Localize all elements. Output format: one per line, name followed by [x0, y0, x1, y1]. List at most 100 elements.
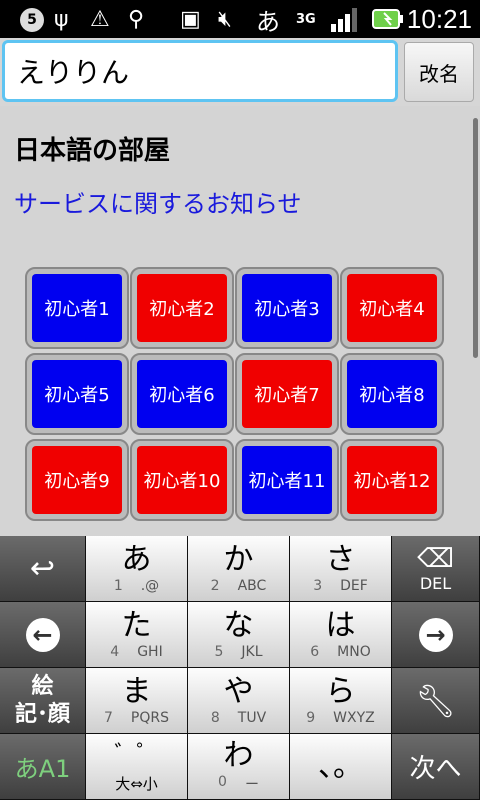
key-sub: PQRS	[130, 709, 169, 726]
kana-key-a[interactable]: あ 1 .@	[86, 536, 188, 602]
key-number: 5	[214, 643, 224, 660]
next-key-label: 次へ	[409, 754, 462, 784]
key-number: 4	[110, 643, 120, 660]
signal-strength-icon	[330, 4, 360, 34]
kana-key-ta[interactable]: た 4 GHI	[86, 602, 188, 668]
key-number: 7	[104, 709, 113, 726]
room-tile-label: 初心者4	[347, 274, 437, 342]
room-tile-label: 初心者5	[32, 360, 122, 428]
emoji-key-label-2: 記･顔	[14, 701, 70, 727]
key-sub: DEF	[340, 577, 368, 594]
input-mode-key[interactable]: あA1	[0, 734, 86, 800]
room-tile[interactable]: 初心者8	[340, 353, 444, 435]
room-tile[interactable]: 初心者12	[340, 439, 444, 521]
room-tile[interactable]: 初心者6	[130, 353, 234, 435]
kana-label: な	[223, 607, 254, 643]
input-mode-indicator: あ	[256, 7, 280, 36]
name-input[interactable]: えりりん	[2, 40, 398, 102]
kana-key-ma[interactable]: ま 7 PQRS	[86, 668, 188, 734]
key-number: 1	[113, 577, 123, 594]
punctuation-key[interactable]: 、。	[290, 734, 392, 800]
room-tile-label: 初心者8	[347, 360, 437, 428]
key-number: 8	[210, 709, 220, 726]
usb-icon: ⚲	[128, 6, 145, 32]
clock: 10:21	[406, 3, 472, 34]
key-sub: JKL	[241, 643, 263, 660]
scrollbar[interactable]	[473, 118, 478, 358]
status-bar: 5 ψ ⚠ ⚲ ▣ 🔇︎ あ 3G 10:21	[0, 0, 480, 38]
kana-label: ま	[121, 673, 152, 709]
kana-label: ら	[325, 673, 356, 709]
room-tile-label: 初心者12	[347, 446, 437, 514]
cursor-right-key[interactable]: →	[392, 602, 480, 668]
emoji-key[interactable]: 絵 記･顔	[0, 668, 86, 734]
room-tile[interactable]: 初心者9	[25, 439, 129, 521]
key-number: 9	[306, 709, 316, 726]
room-tile-label: 初心者10	[137, 446, 227, 514]
delete-key[interactable]: ⌫ DEL	[392, 536, 480, 602]
room-tile-label: 初心者7	[242, 360, 332, 428]
emoji-key-label-1: 絵	[31, 673, 54, 699]
room-tile-label: 初心者2	[137, 274, 227, 342]
room-tile[interactable]: 初心者3	[235, 267, 339, 349]
room-tile-label: 初心者1	[32, 274, 122, 342]
kana-label: さ	[325, 541, 356, 577]
key-sub: WXYZ	[333, 709, 375, 726]
kana-label: は	[325, 607, 356, 643]
warning-icon: ⚠	[90, 6, 110, 32]
room-tile-label: 初心者9	[32, 446, 122, 514]
kana-key-ha[interactable]: は 6 MNO	[290, 602, 392, 668]
room-tile-label: 初心者3	[242, 274, 332, 342]
room-tile[interactable]: 初心者1	[25, 267, 129, 349]
key-sub: ABC	[237, 577, 267, 594]
app-content: えりりん 改名 日本語の部屋 サービスに関するお知らせ 初心者1 初心者2 初心…	[0, 38, 480, 536]
kana-key-sa[interactable]: さ 3 DEF	[290, 536, 392, 602]
room-tile[interactable]: 初心者4	[340, 267, 444, 349]
delete-key-label: DEL	[419, 574, 452, 593]
room-tile[interactable]: 初心者2	[130, 267, 234, 349]
key-sub: TUV	[237, 709, 267, 726]
room-tile[interactable]: 初心者7	[235, 353, 339, 435]
kana-key-ka[interactable]: か 2 ABC	[188, 536, 290, 602]
room-tile[interactable]: 初心者10	[130, 439, 234, 521]
next-key[interactable]: 次へ	[392, 734, 480, 800]
dakuten-key[interactable]: ゛゜ 大⇔小	[86, 734, 188, 800]
wrench-icon: 🔧︎	[415, 681, 456, 720]
rename-button[interactable]: 改名	[404, 42, 474, 102]
kana-label: た	[121, 607, 152, 643]
input-mode-label: あA1	[14, 755, 71, 783]
key-sub: MNO	[337, 643, 371, 660]
settings-key[interactable]: 🔧︎	[392, 668, 480, 734]
kana-label: わ	[223, 737, 254, 773]
kana-key-ya[interactable]: や 8 TUV	[188, 668, 290, 734]
notification-badge: 5	[20, 8, 44, 32]
kana-key-na[interactable]: な 5 JKL	[188, 602, 290, 668]
usb-debug-icon: ψ	[54, 6, 69, 32]
room-tile-label: 初心者11	[242, 446, 332, 514]
soft-keyboard: ↩ ← 絵 記･顔 あA1 あ 1 .@ か 2 ABC さ 3 DEF た 4 GHI…	[0, 536, 480, 800]
key-number: 3	[313, 577, 323, 594]
key-sub: 大⇔小	[115, 775, 158, 793]
kana-label: あ	[121, 541, 152, 577]
key-sub: ー	[244, 776, 259, 793]
kana-label: ゛゜	[114, 742, 159, 767]
room-tile[interactable]: 初心者5	[25, 353, 129, 435]
kana-key-wa[interactable]: わ 0ー	[188, 734, 290, 800]
room-tile[interactable]: 初心者11	[235, 439, 339, 521]
key-number: 6	[310, 643, 320, 660]
kana-label: や	[223, 673, 254, 709]
backspace-icon: ⌫	[417, 544, 454, 574]
kana-label: か	[223, 541, 254, 577]
network-type: 3G	[296, 11, 316, 27]
kana-label: 、。	[318, 748, 363, 784]
arrow-right-icon: →	[418, 617, 453, 652]
battery-charging-icon	[372, 4, 404, 34]
service-notice-link[interactable]: サービスに関するお知らせ	[14, 184, 302, 219]
room-title: 日本語の部屋	[14, 136, 171, 166]
key-number: 0	[218, 773, 227, 790]
key-sub: .@	[140, 577, 160, 594]
undo-key[interactable]: ↩	[0, 536, 86, 602]
cursor-left-key[interactable]: ←	[0, 602, 86, 668]
mute-icon: 🔇︎	[218, 6, 232, 32]
kana-key-ra[interactable]: ら 9 WXYZ	[290, 668, 392, 734]
